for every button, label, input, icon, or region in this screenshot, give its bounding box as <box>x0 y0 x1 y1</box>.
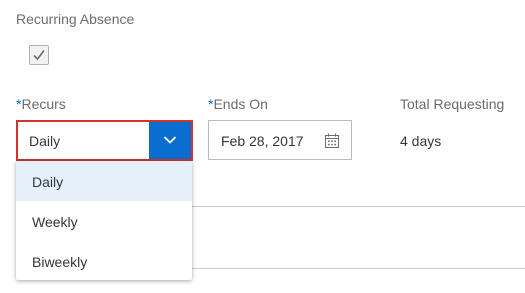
calendar-icon[interactable] <box>324 133 340 149</box>
total-requesting-value: 4 days <box>400 133 442 149</box>
recurs-option-biweekly[interactable]: Biweekly <box>16 241 192 281</box>
ends-on-date-input[interactable]: Feb 28, 2017 <box>208 120 352 160</box>
recurring-absence-label: Recurring Absence <box>16 11 135 27</box>
recurs-option-weekly[interactable]: Weekly <box>16 201 192 241</box>
chevron-down-icon <box>163 136 177 144</box>
recurs-option-daily[interactable]: Daily <box>16 161 192 201</box>
recurs-dropdown-button[interactable] <box>149 122 191 159</box>
ends-on-label: *Ends On <box>208 96 268 112</box>
recurs-dropdown-list: Daily Weekly Biweekly <box>16 161 192 280</box>
recurs-label-text: Recurs <box>21 96 66 112</box>
recurs-select[interactable]: Daily <box>16 120 193 161</box>
total-requesting-label: Total Requesting <box>400 96 505 112</box>
ends-on-label-text: Ends On <box>213 96 268 112</box>
recurs-selected-value: Daily <box>29 133 61 149</box>
ends-on-date-value: Feb 28, 2017 <box>221 133 304 149</box>
recurring-absence-checkbox[interactable] <box>29 45 49 65</box>
recurs-label: *Recurs <box>16 96 66 112</box>
checkmark-icon <box>33 50 45 61</box>
